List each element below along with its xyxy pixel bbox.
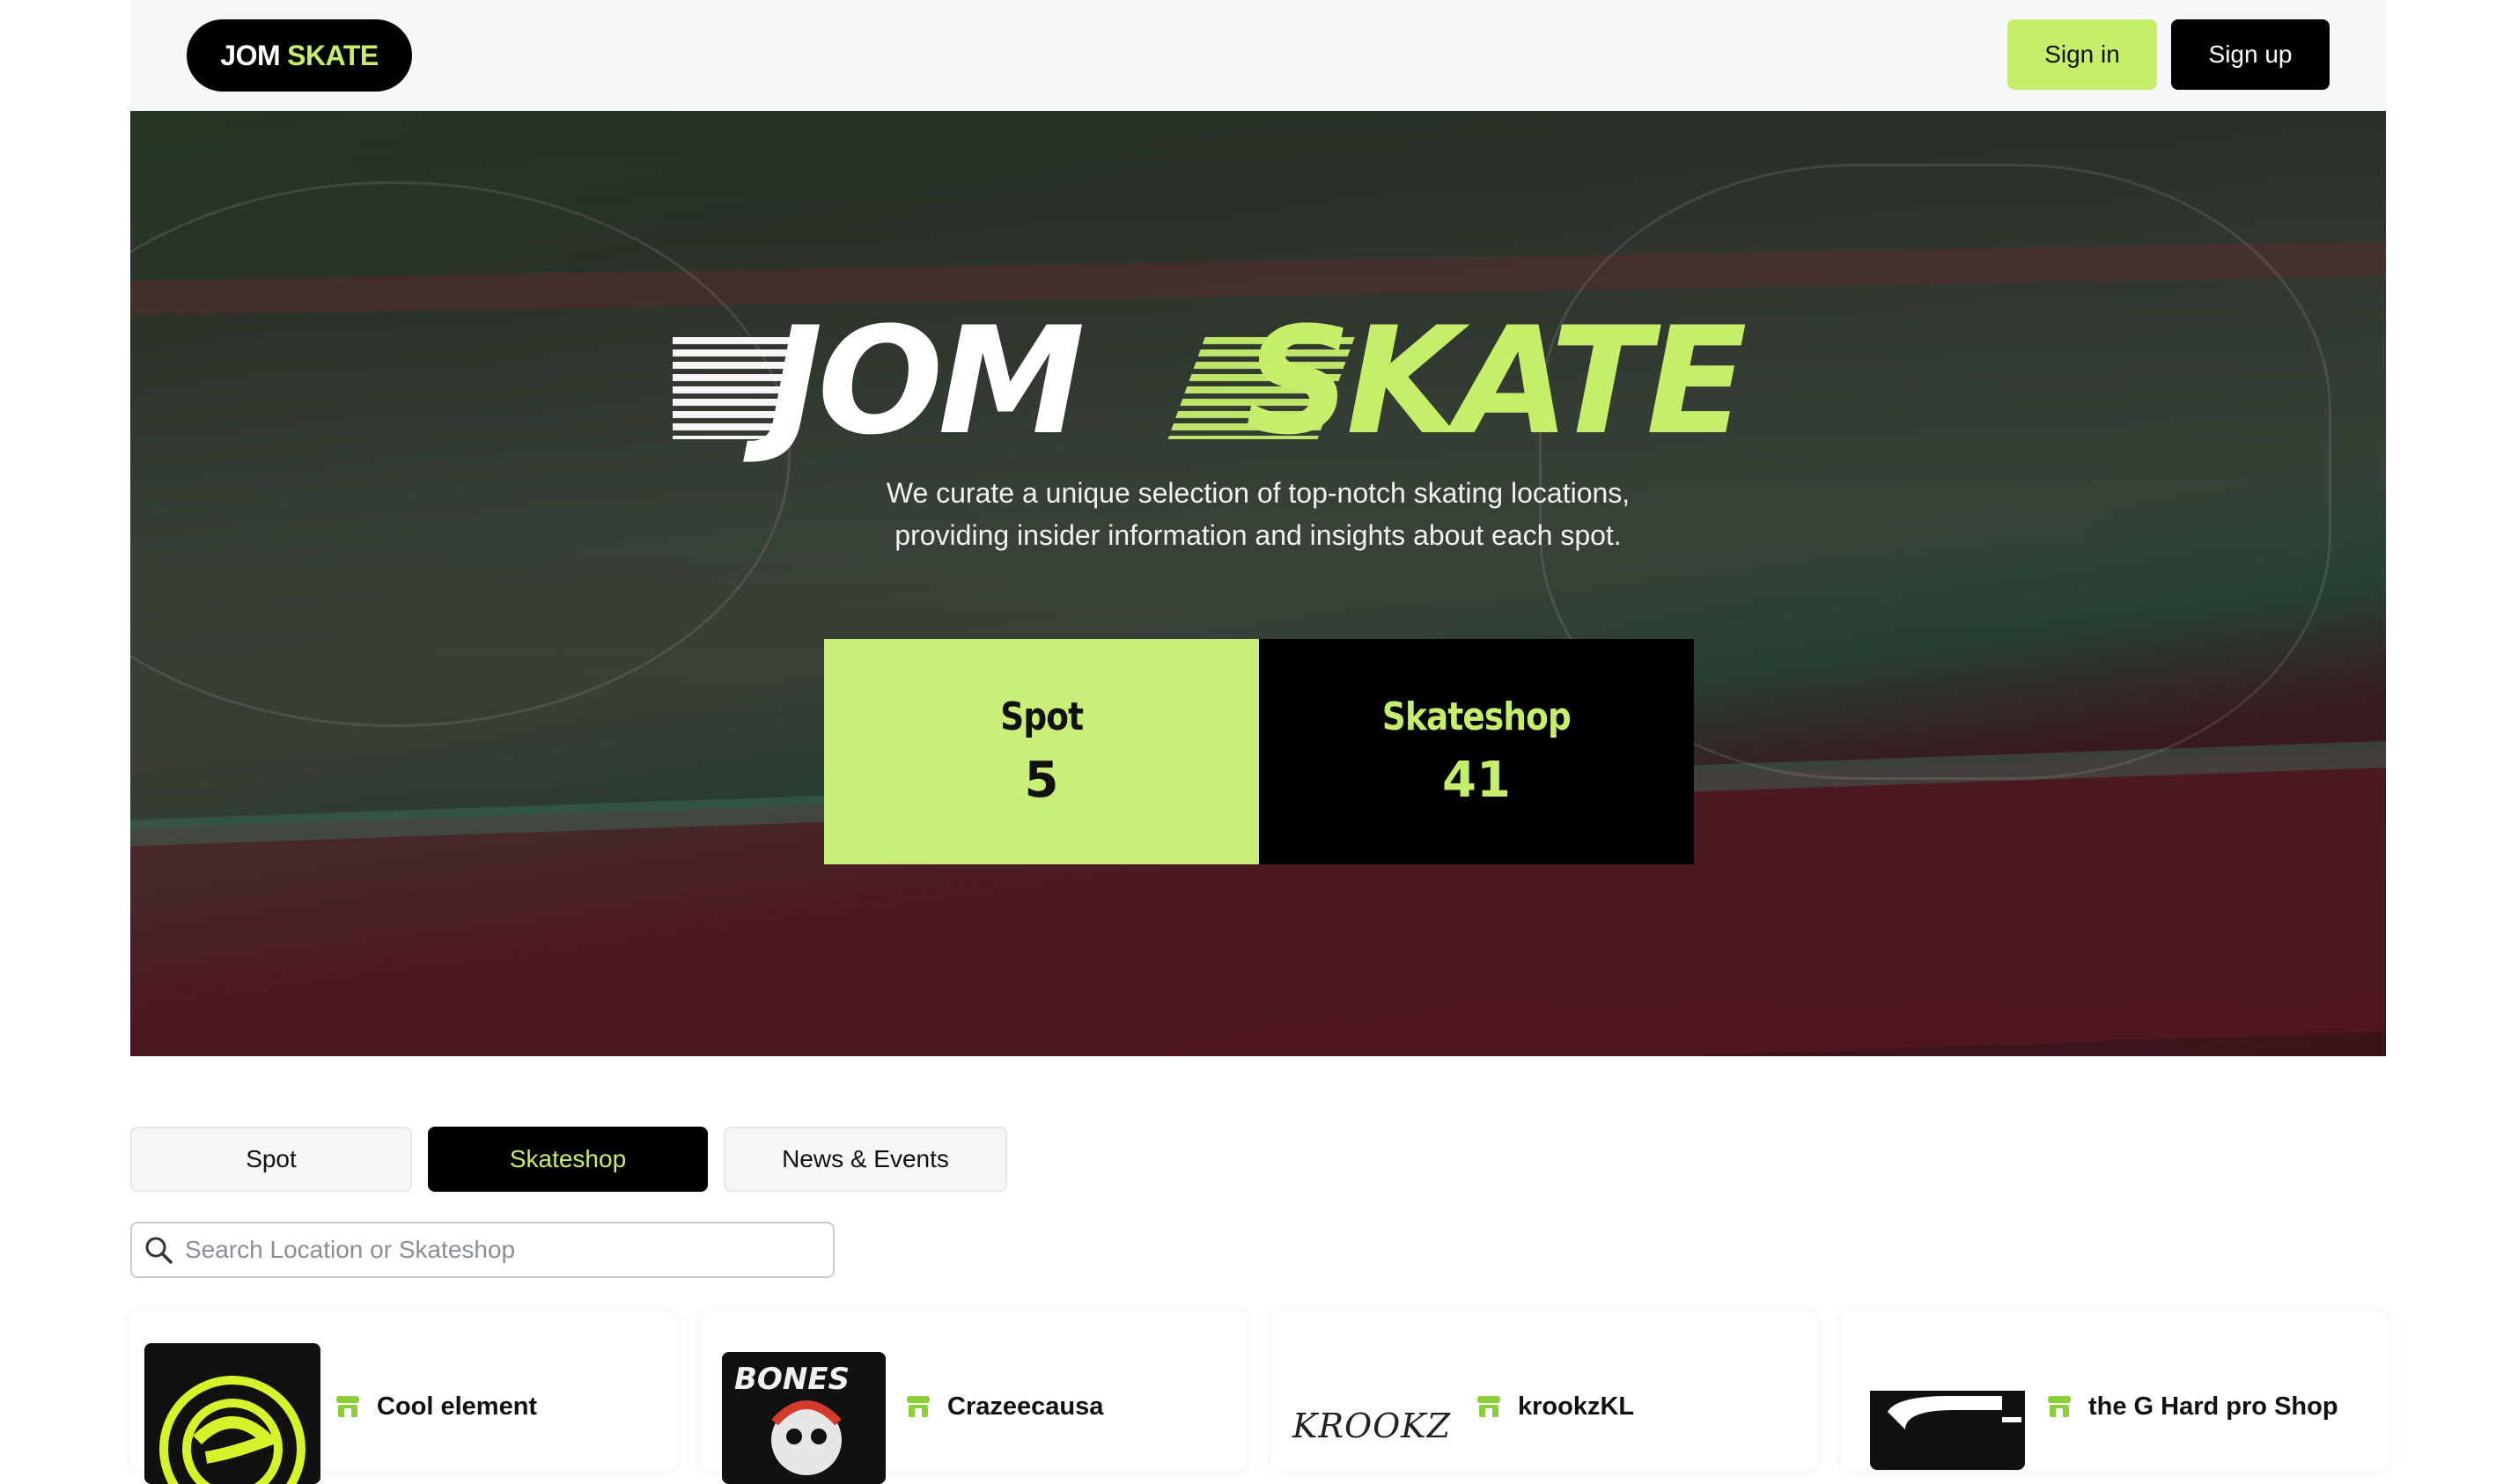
brand-logo-link[interactable]: JOM SKATE xyxy=(187,19,412,92)
hero-logo-svg: JOM SKATE xyxy=(622,295,1751,467)
stat-spot-count: 5 xyxy=(1024,752,1059,809)
search-input[interactable] xyxy=(185,1236,819,1264)
svg-text:BONES: BONES xyxy=(734,1362,850,1397)
shop-card[interactable]: KROOKZ krookzKL xyxy=(1271,1311,1817,1470)
hero-logo-primary: JOM xyxy=(743,300,1082,467)
hero-logo: JOM SKATE xyxy=(622,295,1932,467)
brand-primary: JOM xyxy=(220,39,281,71)
stat-skateshop-label: Skateshop xyxy=(1381,694,1572,739)
shop-name: Crazeecausa xyxy=(947,1392,1104,1421)
sign-in-button[interactable]: Sign in xyxy=(2007,19,2157,90)
hero-tagline-line2: providing insider information and insigh… xyxy=(895,519,1622,551)
hero-banner: JOM SKATE We curate a unique selection o… xyxy=(130,111,2386,1056)
search-icon xyxy=(132,1235,185,1265)
shop-icon xyxy=(335,1392,361,1419)
stat-skateshop-card[interactable]: Skateshop 41 xyxy=(1259,639,1694,864)
tab-news-events[interactable]: News & Events xyxy=(724,1127,1007,1192)
stat-spot-card[interactable]: Spot 5 xyxy=(824,639,1259,864)
bones-logo: BONES xyxy=(722,1352,886,1484)
g-hard-logo xyxy=(1870,1385,2025,1470)
shop-name: Cool element xyxy=(377,1392,538,1421)
shop-icon xyxy=(2046,1392,2073,1419)
stat-skateshop-count: 41 xyxy=(1442,752,1511,809)
hero-tagline-line1: We curate a unique selection of top-notc… xyxy=(886,477,1631,509)
shop-name: krookzKL xyxy=(1518,1392,1635,1421)
tab-skateshop[interactable]: Skateshop xyxy=(428,1127,708,1192)
shop-card[interactable]: the G Hard pro Shop xyxy=(1842,1311,2388,1470)
cool-element-logo xyxy=(144,1343,320,1484)
sign-up-button[interactable]: Sign up xyxy=(2171,19,2330,90)
krookz-logo: KROOKZ xyxy=(1289,1400,1465,1470)
stat-spot-label: Spot xyxy=(1000,694,1084,739)
shop-card[interactable]: BONES Crazeecausa xyxy=(701,1311,1247,1484)
shop-name: the G Hard pro Shop xyxy=(2088,1392,2338,1421)
page: JOM SKATE Sign in Sign up JOM SKATE We c… xyxy=(130,0,2388,1484)
shop-icon xyxy=(1476,1392,1502,1419)
tab-spot[interactable]: Spot xyxy=(130,1127,412,1192)
navbar: JOM SKATE Sign in Sign up xyxy=(130,0,2386,111)
search-bar xyxy=(130,1222,835,1278)
shop-card[interactable]: Cool element xyxy=(130,1311,676,1484)
hero-tagline: We curate a unique selection of top-notc… xyxy=(730,472,1786,556)
krookz-logo-text: KROOKZ xyxy=(1292,1407,1452,1445)
shop-icon xyxy=(905,1392,931,1419)
hero-logo-accent: SKATE xyxy=(1245,300,1746,467)
brand-accent: SKATE xyxy=(287,39,379,71)
